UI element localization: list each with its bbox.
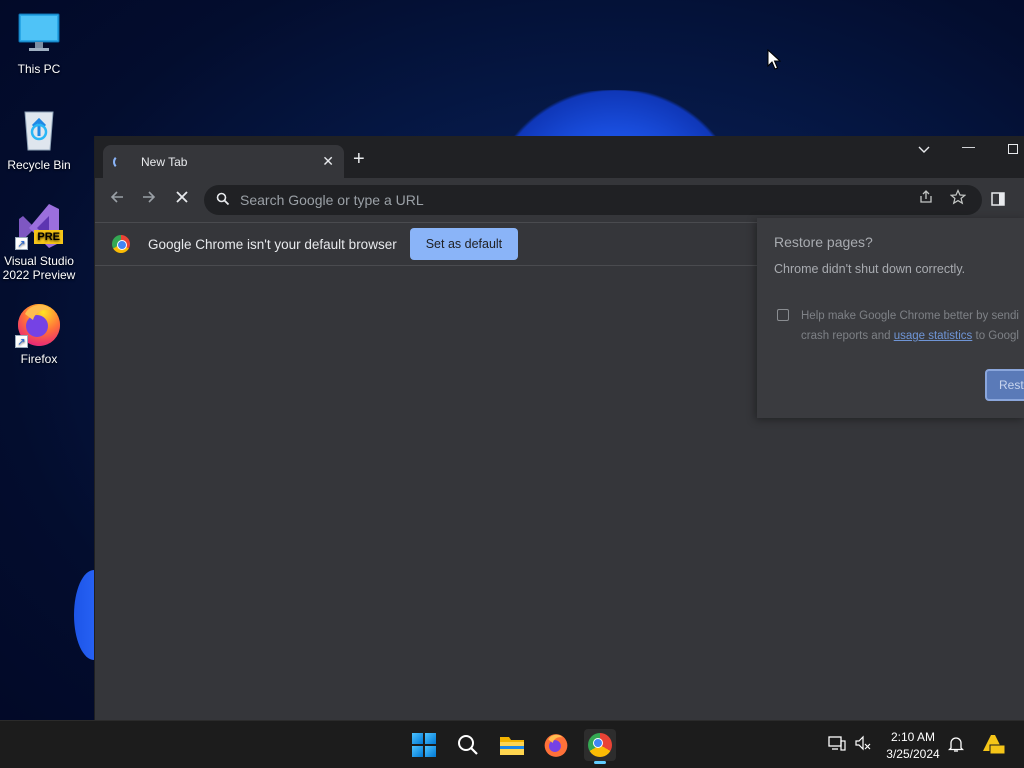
monitor-icon bbox=[15, 10, 63, 58]
infobar-message: Google Chrome isn't your default browser bbox=[148, 236, 397, 252]
chrome-logo-icon bbox=[112, 235, 130, 253]
desktop-icon-label: This PC bbox=[17, 62, 61, 76]
metrics-checkbox[interactable] bbox=[777, 309, 789, 321]
clock-time: 2:10 AM bbox=[890, 730, 936, 744]
shortcut-arrow-icon: ↗ bbox=[15, 335, 28, 348]
help-line-2-prefix: crash reports and bbox=[801, 330, 894, 342]
network-icon[interactable] bbox=[828, 735, 846, 754]
side-panel-icon[interactable] bbox=[990, 191, 1006, 212]
tab-search-chevron-icon[interactable] bbox=[917, 142, 931, 159]
restore-message: Chrome didn't shut down correctly. bbox=[774, 262, 966, 276]
metrics-help-text: Help make Google Chrome better by sendi … bbox=[801, 306, 1019, 346]
shortcut-arrow-icon: ↗ bbox=[15, 237, 28, 250]
forward-button[interactable] bbox=[141, 189, 157, 210]
recycle-bin-icon bbox=[15, 106, 63, 154]
stop-loading-button[interactable] bbox=[174, 189, 190, 210]
help-line-1: Help make Google Chrome better by sendi bbox=[801, 310, 1019, 322]
desktop-icon-label: Visual Studio 2022 Preview bbox=[2, 254, 76, 282]
new-tab-button[interactable]: + bbox=[353, 148, 365, 171]
desktop-icon-this-pc[interactable]: This PC bbox=[1, 10, 77, 76]
help-line-2: crash reports and usage statistics to Go… bbox=[801, 326, 1019, 346]
chrome-icon[interactable] bbox=[584, 729, 616, 764]
back-button[interactable] bbox=[109, 189, 125, 210]
desktop-icon-visual-studio[interactable]: PRE ↗ Visual Studio 2022 Preview bbox=[1, 202, 77, 282]
taskbar: 2:10 AM 3/25/2024 bbox=[0, 720, 1024, 768]
chrome-window: New Tab ✕ + — Search Google or type a UR… bbox=[94, 136, 1024, 720]
maximize-button[interactable] bbox=[1008, 144, 1018, 154]
restore-pages-bubble: Restore pages? Chrome didn't shut down c… bbox=[757, 218, 1024, 418]
search-icon[interactable] bbox=[452, 729, 484, 761]
close-tab-icon[interactable]: ✕ bbox=[322, 153, 334, 170]
tab-title: New Tab bbox=[141, 154, 188, 169]
notification-bell-icon[interactable] bbox=[947, 735, 965, 756]
help-line-2-suffix: to Googl bbox=[972, 330, 1019, 342]
bookmark-star-icon[interactable] bbox=[949, 185, 967, 215]
desktop-icon-recycle-bin[interactable]: Recycle Bin bbox=[1, 106, 77, 172]
search-icon bbox=[216, 192, 230, 209]
desktop-icon-label: Recycle Bin bbox=[7, 158, 71, 172]
restore-button[interactable]: Resto bbox=[985, 369, 1024, 401]
firefox-icon[interactable] bbox=[540, 729, 572, 761]
start-icon[interactable] bbox=[408, 729, 440, 761]
restore-title: Restore pages? bbox=[774, 234, 873, 250]
clock-date: 3/25/2024 bbox=[886, 747, 940, 761]
tab-strip: New Tab ✕ + — bbox=[95, 136, 1024, 178]
visual-studio-icon: PRE ↗ bbox=[15, 202, 63, 250]
omnibox-placeholder: Search Google or type a URL bbox=[240, 192, 424, 208]
file-explorer-icon[interactable] bbox=[496, 729, 528, 761]
firefox-icon: ↗ bbox=[15, 300, 63, 348]
desktop-icon-label: Firefox bbox=[20, 352, 58, 366]
share-icon[interactable] bbox=[918, 185, 934, 215]
dev-preview-tray-icon[interactable] bbox=[980, 731, 1006, 760]
system-clock[interactable]: 2:10 AM 3/25/2024 bbox=[880, 729, 946, 763]
minimize-button[interactable]: — bbox=[962, 139, 975, 154]
tab-new-tab[interactable]: New Tab ✕ bbox=[103, 145, 344, 178]
preview-badge: PRE bbox=[34, 230, 63, 244]
mouse-cursor-icon bbox=[767, 49, 781, 70]
volume-muted-icon[interactable] bbox=[854, 735, 872, 754]
desktop-icon-firefox[interactable]: ↗ Firefox bbox=[1, 300, 77, 366]
loading-spinner-icon bbox=[113, 154, 127, 169]
set-as-default-button[interactable]: Set as default bbox=[409, 228, 519, 260]
usage-statistics-link[interactable]: usage statistics bbox=[894, 330, 973, 342]
omnibox[interactable]: Search Google or type a URL bbox=[204, 185, 982, 215]
browser-toolbar: Search Google or type a URL bbox=[95, 178, 1024, 222]
